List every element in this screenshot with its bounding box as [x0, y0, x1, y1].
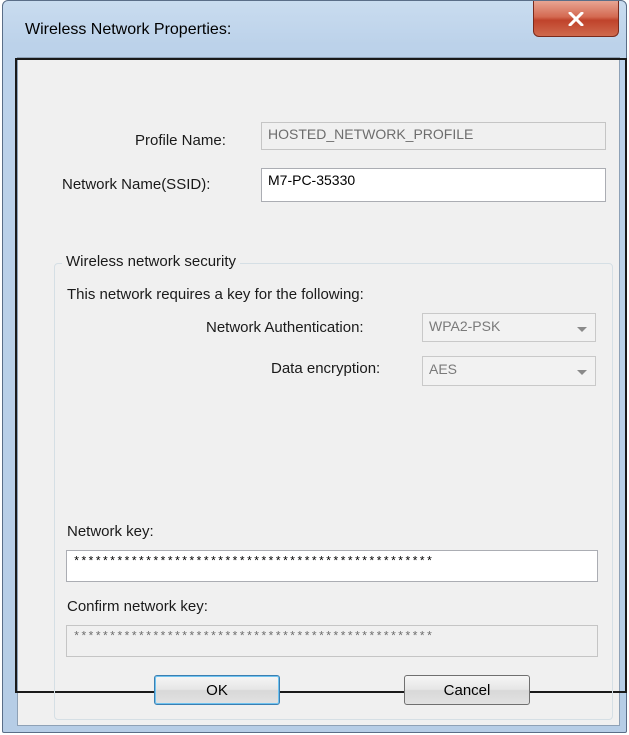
confirm-key-input: ****************************************…: [66, 625, 598, 657]
close-button[interactable]: [533, 1, 619, 37]
cancel-button[interactable]: Cancel: [404, 675, 530, 705]
dialog-body: Profile Name: HOSTED_NETWORK_PROFILE Net…: [15, 57, 627, 726]
profile-name-field: HOSTED_NETWORK_PROFILE: [261, 122, 606, 150]
ssid-label: Network Name(SSID):: [62, 176, 211, 193]
security-group-label: Wireless network security: [62, 253, 241, 270]
chevron-down-icon: [577, 327, 587, 332]
window-title: Wireless Network Properties:: [25, 21, 232, 38]
auth-label: Network Authentication:: [206, 319, 364, 336]
ok-button[interactable]: OK: [154, 675, 280, 705]
auth-value: WPA2-PSK: [429, 318, 501, 334]
close-icon: [568, 11, 584, 26]
dialog-window: Wireless Network Properties: Profile Nam…: [2, 0, 627, 733]
encryption-label: Data encryption:: [271, 360, 381, 377]
ssid-input[interactable]: M7-PC-35330: [261, 168, 606, 202]
title-bar[interactable]: Wireless Network Properties:: [3, 1, 626, 57]
network-key-label: Network key:: [67, 523, 154, 540]
profile-name-label: Profile Name:: [135, 132, 226, 149]
network-key-input[interactable]: ****************************************…: [66, 550, 598, 582]
requires-key-text: This network requires a key for the foll…: [67, 286, 364, 303]
auth-select[interactable]: WPA2-PSK: [422, 313, 596, 342]
encryption-select[interactable]: AES: [422, 356, 596, 386]
chevron-down-icon: [577, 370, 587, 375]
confirm-key-label: Confirm network key:: [67, 598, 208, 615]
encryption-value: AES: [429, 361, 458, 377]
